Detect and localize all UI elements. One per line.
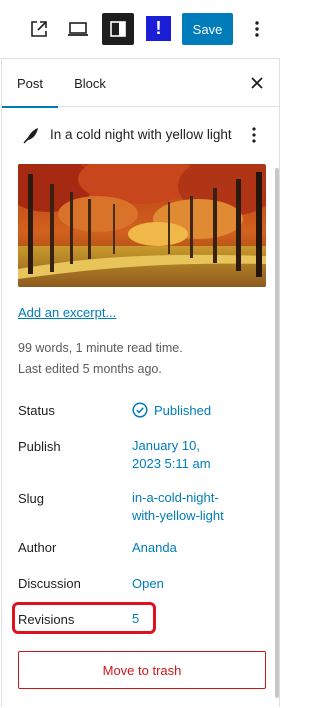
author-button[interactable]: Ananda xyxy=(132,539,177,557)
word-count-text: 99 words, 1 minute read time. xyxy=(18,341,183,355)
view-post-button[interactable] xyxy=(24,12,54,46)
save-button[interactable]: Save xyxy=(182,13,233,45)
close-sidebar-button[interactable] xyxy=(241,67,273,99)
featured-image[interactable] xyxy=(18,164,266,287)
slug-line: with-yellow-light xyxy=(132,508,224,523)
post-title: In a cold night with yellow light xyxy=(50,127,232,142)
notice-button[interactable]: ! xyxy=(146,16,171,41)
publish-label: Publish xyxy=(18,439,61,454)
panel-scrollbar[interactable] xyxy=(275,108,279,708)
more-vertical-icon xyxy=(252,127,256,143)
publish-date-button[interactable]: January 10, 2023 5:11 am xyxy=(132,437,211,473)
author-label: Author xyxy=(18,540,57,555)
add-excerpt-link[interactable]: Add an excerpt... xyxy=(18,305,116,320)
laptop-icon xyxy=(68,22,88,36)
scrollbar-thumb[interactable] xyxy=(275,168,279,698)
revisions-label: Revisions xyxy=(18,612,75,627)
status-label: Status xyxy=(18,403,55,418)
slug-label: Slug xyxy=(18,491,45,506)
sidebar-tabs: Post Block xyxy=(2,59,279,108)
more-vertical-icon xyxy=(255,21,259,37)
tab-block[interactable]: Block xyxy=(62,59,118,107)
published-check-icon xyxy=(132,402,148,418)
publish-date-line: January 10, xyxy=(132,438,200,453)
slug-button[interactable]: in-a-cold-night- with-yellow-light xyxy=(132,489,224,525)
feather-icon xyxy=(23,128,38,144)
settings-sidebar: Post Block In a cold night with yellow l… xyxy=(1,58,280,707)
last-edited-text: Last edited 5 months ago. xyxy=(18,362,162,376)
post-card: In a cold night with yellow light xyxy=(2,119,279,151)
external-link-icon xyxy=(31,21,47,37)
close-icon xyxy=(251,77,263,89)
preview-button[interactable] xyxy=(62,12,94,46)
publish-time-line: 2023 5:11 am xyxy=(132,456,211,471)
revisions-link[interactable]: 5 xyxy=(132,610,139,628)
discussion-button[interactable]: Open xyxy=(132,575,164,593)
settings-sidebar-toggle[interactable] xyxy=(102,13,134,45)
options-menu-button[interactable] xyxy=(246,13,268,45)
status-value-button[interactable]: Published xyxy=(154,402,211,420)
sidebar-icon xyxy=(110,21,126,37)
editor-toolbar: ! Save xyxy=(0,0,281,58)
post-actions-button[interactable] xyxy=(244,121,264,149)
tab-post[interactable]: Post xyxy=(2,59,58,108)
discussion-label: Discussion xyxy=(18,576,81,591)
slug-line: in-a-cold-night- xyxy=(132,490,219,505)
move-to-trash-button[interactable]: Move to trash xyxy=(18,651,266,689)
